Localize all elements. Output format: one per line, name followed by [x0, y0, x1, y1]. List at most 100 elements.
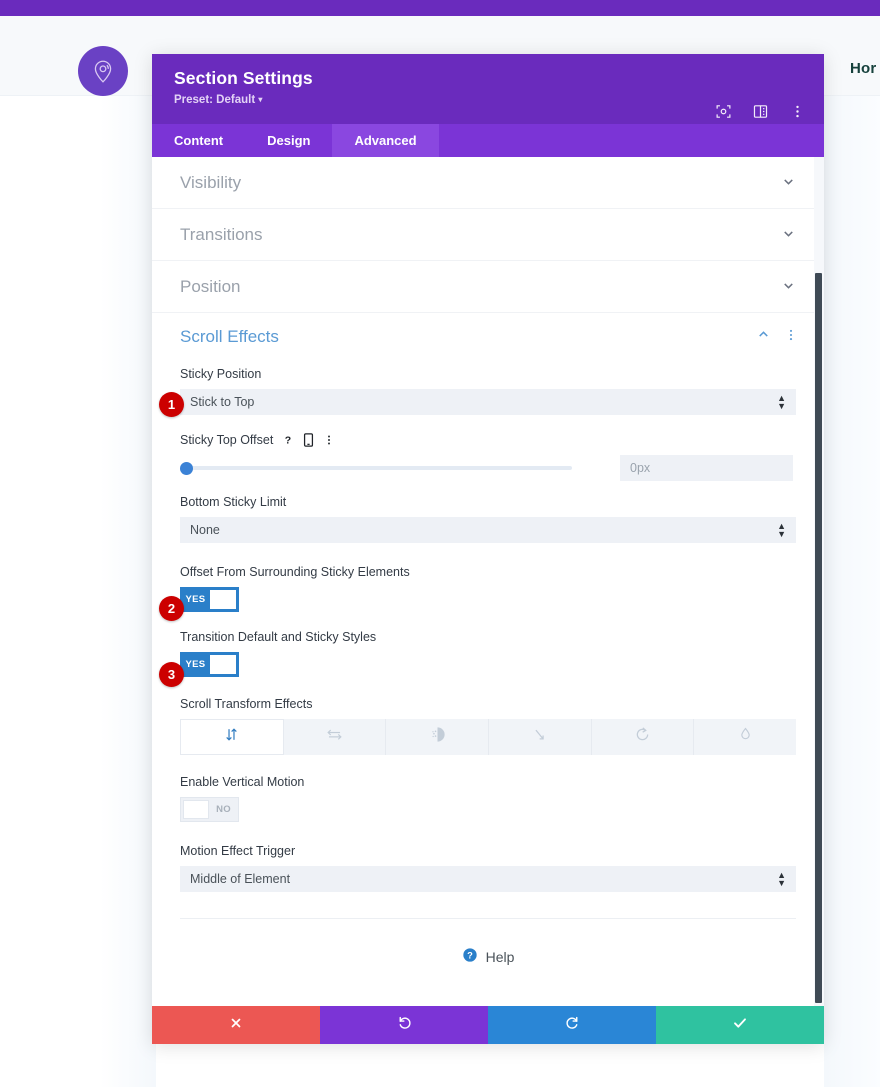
sticky-top-offset-label-row: Sticky Top Offset ?: [180, 433, 796, 447]
section-position-label: Position: [180, 276, 241, 296]
preset-label: Preset: Default: [174, 94, 256, 106]
modal-scrollbar-thumb[interactable]: [815, 273, 822, 1003]
transition-styles-toggle[interactable]: YES: [180, 652, 239, 677]
select-spinner-icon: ▲ ▼: [777, 870, 786, 888]
scroll-transform-effects-label: Scroll Transform Effects: [180, 697, 313, 711]
modal-header: Section Settings Preset: Default ▾: [152, 54, 824, 124]
toggle-knob: [183, 800, 210, 819]
page-left-gradient: [100, 96, 156, 1087]
bottom-sticky-limit-label: Bottom Sticky Limit: [180, 495, 287, 509]
transform-tab-blur[interactable]: [694, 719, 797, 755]
chevron-down-icon: [781, 278, 796, 296]
scaling-up-down-icon: [530, 725, 549, 749]
chevron-up-icon[interactable]: [756, 327, 771, 347]
toggle-state-label: YES: [185, 659, 206, 670]
motion-effect-trigger-label: Motion Effect Trigger: [180, 844, 296, 858]
svg-text:?: ?: [467, 951, 473, 961]
tab-advanced[interactable]: Advanced: [332, 124, 439, 157]
redo-button[interactable]: [488, 1006, 656, 1044]
field-motion-effect-trigger: Motion Effect Trigger Middle of Element …: [152, 844, 824, 892]
help-link[interactable]: ? Help: [152, 947, 824, 966]
callout-badge-1: 1: [159, 392, 184, 417]
tab-design[interactable]: Design: [245, 124, 332, 157]
chevron-down-icon: ▾: [258, 95, 263, 104]
bottom-sticky-limit-select[interactable]: None ▲ ▼: [180, 517, 796, 543]
bottom-sticky-limit-value: None: [190, 523, 220, 537]
undo-arrow-icon: [396, 1014, 413, 1036]
toggle-state-label: YES: [185, 594, 206, 605]
screenshot-root: Hor Section Settings Preset: Default ▾ C…: [0, 0, 880, 1087]
vertical-motion-icon: [223, 726, 240, 748]
redo-arrow-icon: [564, 1014, 581, 1036]
help-circle-icon: ?: [462, 947, 478, 966]
field-sticky-top-offset: Sticky Top Offset ? 0px: [152, 433, 824, 481]
checkmark-icon: [732, 1015, 748, 1036]
kebab-menu-icon[interactable]: [789, 103, 806, 120]
section-visibility-label: Visibility: [180, 172, 242, 192]
transform-tab-fade[interactable]: [386, 719, 490, 755]
enable-vertical-motion-toggle[interactable]: NO: [180, 797, 239, 822]
cancel-button[interactable]: [152, 1006, 320, 1044]
mobile-device-icon[interactable]: [303, 433, 314, 447]
layout-panel-icon[interactable]: [752, 103, 769, 120]
svg-text:?: ?: [285, 435, 291, 447]
divider: [180, 918, 796, 919]
sticky-top-offset-slider[interactable]: [180, 455, 572, 481]
section-settings-modal: Section Settings Preset: Default ▾ Conte…: [152, 54, 824, 1044]
rotating-icon: [633, 725, 652, 749]
section-scroll-effects-label: Scroll Effects: [180, 327, 279, 346]
modal-scrollbar-track[interactable]: [814, 157, 824, 1006]
modal-header-icon-group: [715, 103, 806, 120]
chevron-down-icon: [781, 226, 796, 244]
map-pin-icon: [90, 58, 116, 84]
transition-styles-label: Transition Default and Sticky Styles: [180, 630, 377, 644]
question-mark-icon[interactable]: ?: [282, 434, 294, 447]
callout-badge-3: 3: [159, 662, 184, 687]
toggle-knob: [209, 590, 236, 609]
transform-tab-rotating[interactable]: [591, 719, 695, 755]
field-bottom-sticky-limit: Bottom Sticky Limit None ▲ ▼: [152, 495, 824, 543]
section-position[interactable]: Position: [152, 261, 824, 313]
sticky-position-select[interactable]: Stick to Top ▲ ▼: [180, 389, 796, 415]
sticky-position-label: Sticky Position: [180, 367, 262, 381]
sticky-position-value: Stick to Top: [190, 395, 255, 409]
sticky-top-offset-input[interactable]: 0px: [620, 455, 793, 481]
motion-effect-trigger-value: Middle of Element: [190, 872, 291, 886]
slider-rail: [186, 466, 572, 470]
save-button[interactable]: [656, 1006, 824, 1044]
field-transition-styles: Transition Default and Sticky Styles YES: [152, 630, 824, 677]
field-offset-surrounding: Offset From Surrounding Sticky Elements …: [152, 565, 824, 612]
select-spinner-icon: ▲ ▼: [777, 393, 786, 411]
slider-handle[interactable]: [180, 461, 193, 475]
site-logo[interactable]: [78, 46, 128, 96]
enable-vertical-motion-label: Enable Vertical Motion: [180, 775, 305, 789]
motion-effect-trigger-select[interactable]: Middle of Element ▲ ▼: [180, 866, 796, 892]
site-top-bar: [0, 0, 880, 16]
sticky-top-offset-label: Sticky Top Offset: [180, 433, 274, 447]
modal-tab-bar: Content Design Advanced: [152, 124, 824, 157]
tab-content[interactable]: Content: [152, 124, 245, 157]
kebab-menu-icon[interactable]: [323, 434, 335, 446]
focus-target-icon[interactable]: [715, 103, 732, 120]
page-title: Section Settings: [174, 68, 313, 88]
field-sticky-position: Sticky Position Stick to Top ▲ ▼: [152, 367, 824, 415]
transform-tab-vertical-motion[interactable]: [180, 719, 284, 755]
preset-selector[interactable]: Preset: Default ▾: [174, 94, 802, 106]
section-visibility[interactable]: Visibility: [152, 157, 824, 209]
section-transitions-label: Transitions: [180, 224, 263, 244]
scroll-transform-effects-tabs: [180, 719, 797, 755]
transform-tab-horizontal-motion[interactable]: [283, 719, 387, 755]
transform-tab-scaling[interactable]: [489, 719, 592, 755]
section-transitions[interactable]: Transitions: [152, 209, 824, 261]
undo-button[interactable]: [320, 1006, 488, 1044]
section-scroll-effects-header[interactable]: Scroll Effects: [152, 313, 824, 361]
offset-surrounding-label: Offset From Surrounding Sticky Elements: [180, 565, 410, 579]
blur-icon: [737, 726, 754, 748]
nav-item-home[interactable]: Hor: [850, 60, 876, 77]
offset-surrounding-toggle[interactable]: YES: [180, 587, 239, 612]
field-scroll-transform-effects: Scroll Transform Effects: [152, 697, 824, 755]
chevron-down-icon: [781, 174, 796, 192]
field-enable-vertical-motion: Enable Vertical Motion NO: [152, 775, 824, 824]
fade-in-out-icon: [428, 725, 447, 749]
kebab-menu-icon[interactable]: [784, 328, 798, 347]
